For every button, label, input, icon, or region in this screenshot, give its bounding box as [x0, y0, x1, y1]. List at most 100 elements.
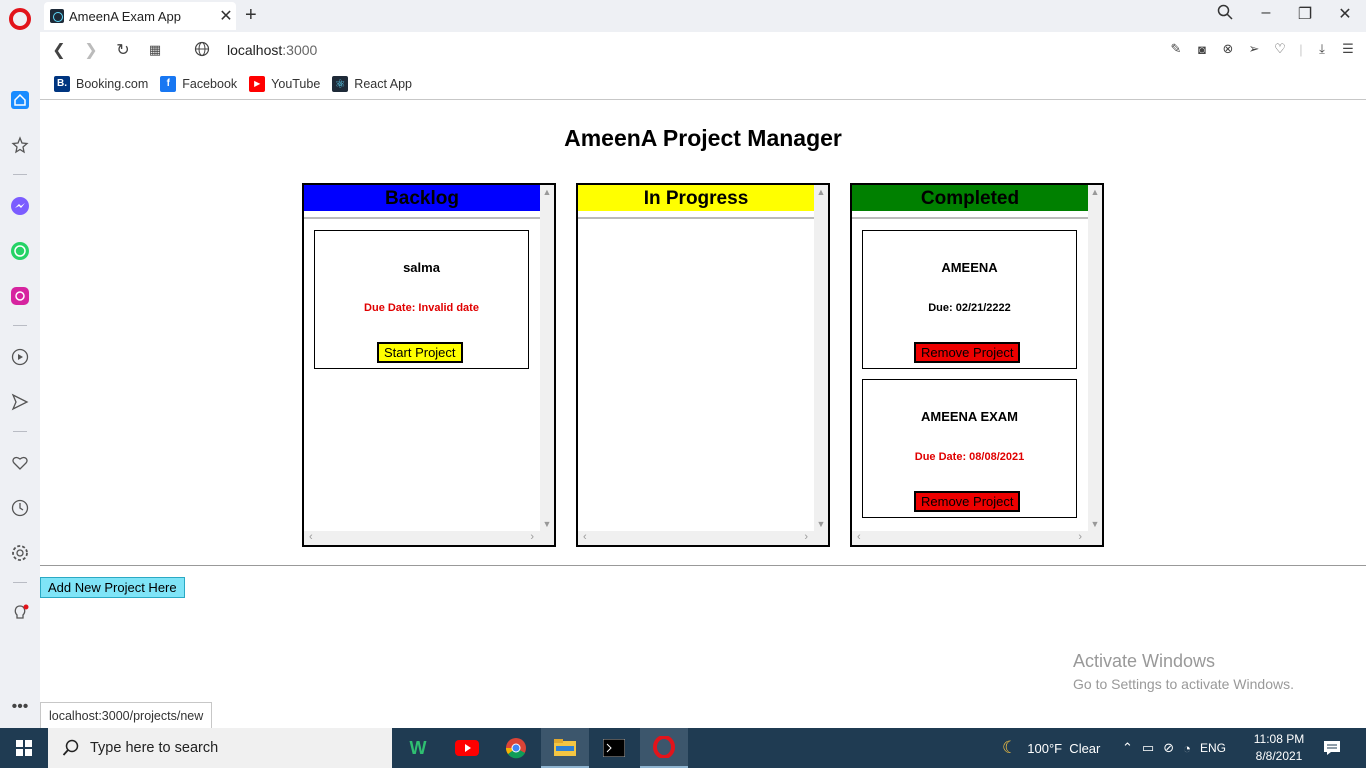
windows-taskbar: Type here to search W ☾ 100°F Clear ⌃ ▭ …: [0, 728, 1366, 768]
url-port: :3000: [282, 42, 318, 58]
home-icon[interactable]: [9, 89, 31, 111]
bookmark-label: YouTube: [271, 76, 321, 91]
more-menu-icon[interactable]: •••: [9, 696, 31, 718]
vertical-scrollbar[interactable]: ▲ ▼: [814, 185, 828, 531]
settings-gear-icon[interactable]: [9, 542, 31, 564]
youtube-app-icon[interactable]: [443, 728, 491, 768]
bookmark-label: Facebook: [182, 76, 238, 91]
reload-icon[interactable]: ↻: [113, 40, 133, 60]
project-card: AMEENA EXAM Due Date: 08/08/2021 Remove …: [862, 379, 1077, 518]
windows-logo-icon: [16, 740, 32, 756]
opera-logo-icon[interactable]: [9, 8, 31, 30]
close-tab-icon[interactable]: ✕: [216, 6, 236, 26]
watermark-line-1: Activate Windows: [1073, 651, 1216, 671]
chevron-up-icon[interactable]: ⌃: [1122, 740, 1133, 756]
forward-icon[interactable]: ❯: [81, 40, 101, 60]
add-new-project-button[interactable]: Add New Project Here: [40, 577, 185, 598]
bookmark-facebook[interactable]: f Facebook: [160, 75, 238, 92]
horizontal-scrollbar[interactable]: ‹ ›: [578, 531, 828, 545]
vertical-scrollbar[interactable]: ▲ ▼: [540, 185, 554, 531]
heart-icon[interactable]: ♡: [1272, 41, 1288, 57]
start-button[interactable]: [0, 728, 48, 768]
bookmark-label: Booking.com: [76, 76, 149, 91]
bookmark-booking[interactable]: B. Booking.com: [54, 75, 149, 92]
tab-bar: AmeenA Exam App ✕ + – ❐ ✕: [40, 0, 1366, 32]
remove-project-button[interactable]: Remove Project: [914, 342, 1021, 363]
globe-icon: [192, 41, 212, 62]
camera-icon[interactable]: ◙: [1194, 41, 1210, 57]
page-divider: [40, 565, 1366, 566]
horizontal-scrollbar[interactable]: ‹ ›: [852, 531, 1102, 545]
messenger-icon[interactable]: [9, 195, 31, 217]
back-icon[interactable]: ❮: [49, 40, 69, 60]
bookmark-react-app[interactable]: ⚛ React App: [332, 75, 412, 92]
whatsapp-icon[interactable]: [9, 240, 31, 262]
status-url-tooltip: localhost:3000/projects/new: [40, 702, 213, 728]
restore-icon[interactable]: ❐: [1293, 4, 1317, 24]
board-in-progress: In Progress ▲ ▼ ‹ ›: [576, 183, 830, 547]
react-icon: ⚛: [332, 75, 349, 92]
page-content: AmeenA Project Manager Backlog salma Due…: [40, 101, 1366, 728]
project-name: AMEENA: [941, 260, 998, 275]
minimize-icon[interactable]: –: [1254, 4, 1278, 22]
taskbar-clock[interactable]: 11:08 PM 8/8/2021: [1248, 731, 1310, 765]
search-icon: [62, 739, 79, 756]
board-divider: [304, 217, 540, 219]
tab-title: AmeenA Exam App: [69, 8, 182, 24]
wifi-icon[interactable]: ◔: [1183, 741, 1191, 756]
booking-icon: B.: [54, 75, 70, 92]
weather-widget[interactable]: ☾ 100°F Clear: [1002, 728, 1100, 768]
board-divider: [578, 217, 814, 219]
edit-icon[interactable]: ✎: [1168, 41, 1184, 57]
react-favicon-icon: [50, 9, 64, 23]
heart-icon[interactable]: [9, 452, 31, 474]
new-tab-plus-icon[interactable]: +: [245, 4, 257, 27]
download-icon[interactable]: ⤓: [1314, 41, 1330, 57]
easy-setup-icon[interactable]: ☰: [1340, 41, 1356, 57]
language-indicator[interactable]: ENG: [1200, 741, 1226, 755]
horizontal-scrollbar[interactable]: ‹ ›: [304, 531, 554, 545]
tabs-grid-icon[interactable]: ▦: [145, 42, 165, 58]
chrome-icon[interactable]: [492, 728, 540, 768]
player-icon[interactable]: [9, 346, 31, 368]
project-name: salma: [403, 260, 440, 275]
close-window-icon[interactable]: ✕: [1333, 4, 1357, 24]
opera-taskbar-icon[interactable]: [640, 728, 688, 768]
search-tabs-icon[interactable]: [1213, 4, 1237, 25]
weather-text: 100°F Clear: [1027, 740, 1101, 756]
adblock-icon[interactable]: ⊗: [1220, 41, 1236, 57]
system-tray: ⌃ ▭ ⊘ ◔ ENG: [1122, 728, 1226, 768]
speed-dial-star-icon[interactable]: [9, 134, 31, 156]
board-title-completed: Completed: [852, 185, 1088, 211]
tab-active[interactable]: AmeenA Exam App ✕: [44, 2, 236, 30]
project-due-date: Due Date: Invalid date: [364, 302, 479, 314]
remove-project-button[interactable]: Remove Project: [914, 491, 1021, 512]
file-explorer-icon[interactable]: [541, 728, 589, 768]
vertical-scrollbar[interactable]: ▲ ▼: [1088, 185, 1102, 531]
battery-icon[interactable]: ▭: [1142, 740, 1154, 756]
wps-app-icon[interactable]: W: [394, 728, 442, 768]
project-name: AMEENA EXAM: [920, 409, 1019, 424]
opera-sidebar: •••: [0, 0, 40, 728]
instagram-icon[interactable]: [9, 285, 31, 307]
project-card: AMEENA Due: 02/21/2222 Remove Project: [862, 230, 1077, 369]
moon-icon: ☾: [1002, 738, 1018, 757]
start-project-button[interactable]: Start Project: [377, 342, 463, 363]
facebook-icon: f: [160, 75, 177, 92]
address-bar-row: ❮ ❯ ↻ ▦ localhost:3000 ✎ ◙ ⊗ ➢ ♡ | ⤓ ☰: [40, 32, 1366, 68]
taskbar-search[interactable]: Type here to search: [48, 728, 392, 768]
terminal-icon[interactable]: [590, 728, 638, 768]
network-icon[interactable]: ⊘: [1163, 740, 1174, 756]
project-due-date: Due: 02/21/2222: [928, 302, 1011, 314]
youtube-icon: ▶: [249, 75, 266, 92]
url-host: localhost: [227, 42, 283, 58]
watermark-line-2: Go to Settings to activate Windows.: [1073, 676, 1294, 692]
send-icon[interactable]: ➢: [1246, 41, 1262, 57]
tips-lightbulb-icon[interactable]: [9, 603, 31, 625]
url-field[interactable]: localhost:3000: [227, 42, 317, 58]
send-icon[interactable]: [9, 391, 31, 413]
bookmark-youtube[interactable]: ▶ YouTube: [249, 75, 321, 92]
notifications-icon[interactable]: [1323, 728, 1341, 768]
bookmarks-bar: B. Booking.com f Facebook ▶ YouTube ⚛ Re…: [40, 68, 1366, 100]
history-clock-icon[interactable]: [9, 497, 31, 519]
